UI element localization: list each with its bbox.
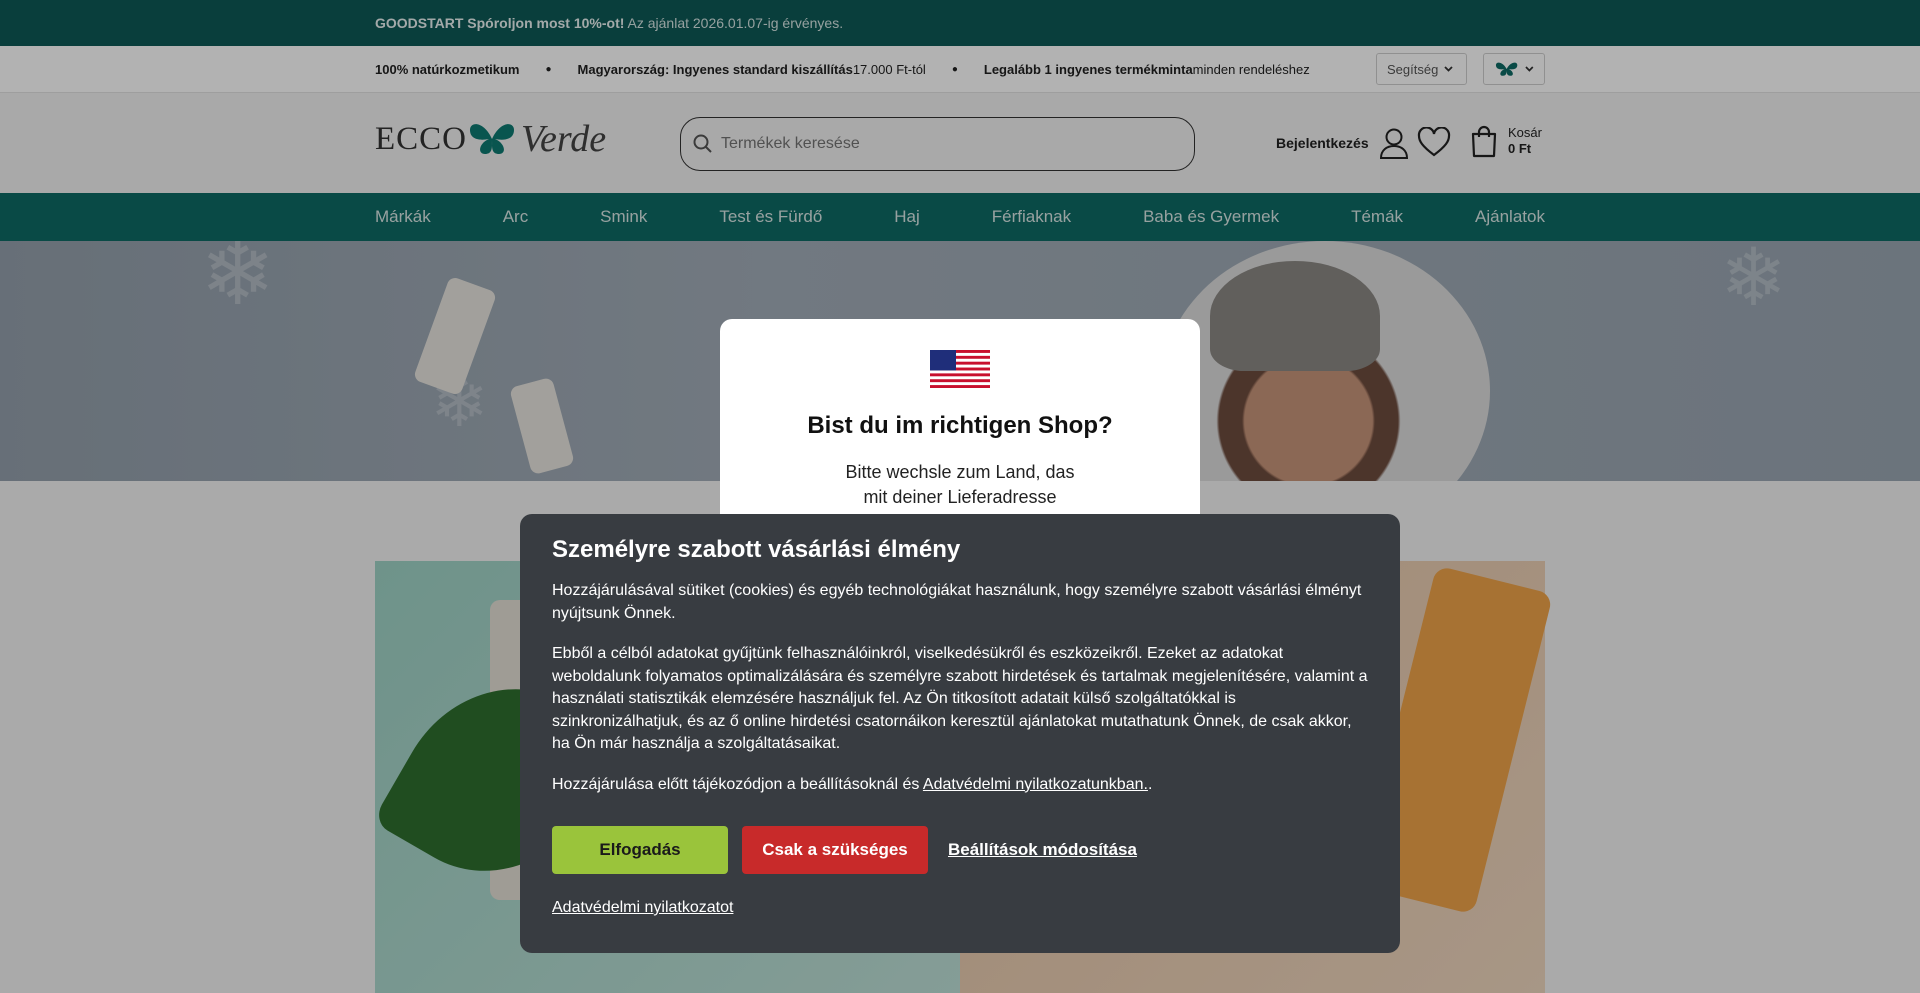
cookie-privacy-text: Hozzájárulása előtt tájékozódjon a beáll… [552,774,1368,797]
country-modal: Bist du im richtigen Shop? Bitte wechsle… [720,319,1200,539]
cookie-actions: Elfogadás Csak a szükséges Beállítások m… [552,826,1368,874]
accept-button[interactable]: Elfogadás [552,826,728,874]
privacy-statement-link[interactable]: Adatvédelmi nyilatkozatot [552,899,733,917]
cookie-intro-text: Hozzájárulásával sütiket (cookies) és eg… [552,582,1362,622]
page: GOODSTART Spóroljon most 10%-ot! Az aján… [0,0,1920,993]
cookie-privacy-suffix: . [1147,775,1153,793]
privacy-policy-link[interactable]: Adatvédelmi nyilatkozatunkban. [923,776,1148,793]
cookie-details-text: Ebből a célból adatokat gyűjtünk felhasz… [552,645,1368,752]
modal-text-line: mit deiner Lieferadresse [863,487,1057,507]
cookie-privacy-prefix: Hozzájárulása előtt tájékozódjon a beáll… [552,775,923,793]
necessary-only-button[interactable]: Csak a szükséges [742,826,928,874]
change-settings-link[interactable]: Beállítások módosítása [948,840,1137,860]
us-flag-icon [930,350,990,388]
modal-text-line: Bitte wechsle zum Land, das [845,462,1075,482]
cookie-consent-dialog: Személyre szabott vásárlási élmény Hozzá… [520,514,1400,953]
modal-text: Bitte wechsle zum Land, das mit deiner Li… [720,460,1200,510]
cookie-title: Személyre szabott vásárlási élmény [552,536,961,563]
modal-title: Bist du im richtigen Shop? [807,412,1113,439]
